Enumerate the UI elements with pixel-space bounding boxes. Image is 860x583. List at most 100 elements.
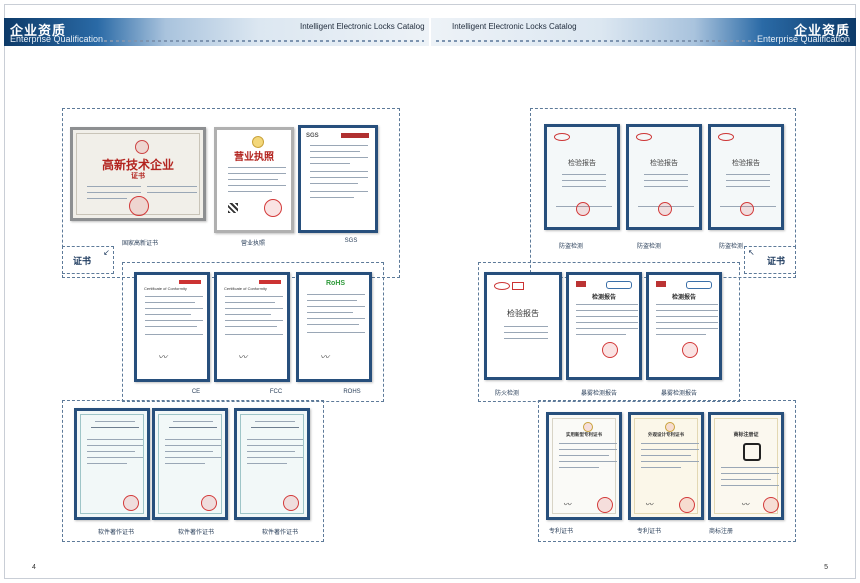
seal-icon <box>597 497 613 513</box>
logo-icon <box>686 281 712 289</box>
cert-patent-2: 外观设计专利证书 〰 <box>628 412 704 520</box>
seal-icon <box>602 342 618 358</box>
signature-icon: 〰 <box>158 352 168 362</box>
caption-software-2: 软件著作证书 <box>177 530 214 536</box>
caption-high-tech: 国家高新证书 <box>121 241 158 247</box>
seal-icon <box>201 495 217 511</box>
seal-icon <box>283 495 299 511</box>
cert-trademark: 商标注册证 〰 <box>708 412 784 520</box>
signature-icon: 〰 <box>320 352 330 362</box>
dotted-rule-right <box>436 40 756 42</box>
cert-anti-theft-1-title: 检验报告 <box>568 160 596 167</box>
caption-ce: CE <box>191 389 201 395</box>
caption-software-3: 软件著作证书 <box>261 530 298 536</box>
signature-icon: 〰 <box>238 352 248 362</box>
cert-salt-spray-2-title: 检测报告 <box>671 295 696 301</box>
caption-software-1: 软件著作证书 <box>97 530 134 536</box>
logo-icon <box>341 133 369 138</box>
emblem-icon <box>135 140 149 154</box>
left-cert-label: 证书 <box>73 256 92 266</box>
caption-rohs: ROHS <box>343 389 361 395</box>
page-number-left: 4 <box>32 564 36 571</box>
cert-anti-theft-3-title: 检验报告 <box>732 160 760 167</box>
logo-icon <box>259 280 281 284</box>
caption-patent-1: 专利证书 <box>548 529 573 535</box>
cert-patent-2-title: 外观设计专利证书 <box>648 432 684 437</box>
seal-icon <box>763 497 779 513</box>
logo-icon <box>512 282 524 290</box>
emblem-icon <box>252 136 264 148</box>
signature-icon: 〰 <box>645 500 653 509</box>
seal-icon <box>658 202 672 216</box>
seal-icon <box>123 495 139 511</box>
page-number-right: 5 <box>824 564 828 571</box>
caption-anti-theft-2: 防盗检测 <box>636 244 661 250</box>
cert-anti-theft-2-title: 检验报告 <box>650 160 678 167</box>
caption-fire-test: 防火检测 <box>494 391 519 397</box>
signature-icon: 〰 <box>741 500 749 509</box>
cert-business-license-title: 营业执照 <box>234 152 274 163</box>
right-cert-label-box: ↖ 证书 <box>744 246 796 274</box>
caption-fcc: FCC <box>269 389 283 395</box>
header-title-en-left: Enterprise Qualification <box>10 34 104 44</box>
logo-icon <box>636 133 652 141</box>
cert-salt-spray-1: 检测报告 <box>566 272 642 380</box>
cert-salt-spray-1-title: 检测报告 <box>591 295 616 301</box>
cert-rohs: RoHS 〰 <box>296 272 372 382</box>
cert-patent-1: 实用新型专利证书 〰 <box>546 412 622 520</box>
catalog-title-right: Intelligent Electronic Locks Catalog <box>452 22 577 31</box>
dotted-rule-left <box>104 40 424 42</box>
cert-fcc-title: Certificate of Conformity <box>224 286 267 291</box>
caption-patent-2: 专利证书 <box>636 529 661 535</box>
cert-trademark-title: 商标注册证 <box>733 432 759 438</box>
cert-rohs-title: RoHS <box>326 280 346 287</box>
logo-icon <box>554 133 570 141</box>
cert-high-tech: 高新技术企业 证书 <box>70 127 206 221</box>
emblem-icon <box>583 422 593 432</box>
arrow-icon: ↙ <box>103 248 110 257</box>
logo-icon <box>606 281 632 289</box>
caption-anti-theft-1: 防盗检测 <box>558 244 583 250</box>
caption-salt-spray-2: 暴雾检测报告 <box>660 391 697 397</box>
seal-icon <box>576 202 590 216</box>
cert-ce-title: Certificate of Conformity <box>144 286 187 291</box>
seal-icon <box>679 497 695 513</box>
logo-icon <box>656 281 666 287</box>
signature-icon: 〰 <box>563 500 571 509</box>
right-cert-label: 证书 <box>767 256 786 266</box>
logo-icon <box>494 282 510 290</box>
cert-sgs: SGS <box>298 125 378 233</box>
trademark-logo-icon <box>743 443 761 461</box>
cert-salt-spray-2: 检测报告 <box>646 272 722 380</box>
cert-anti-theft-3: 检验报告 <box>708 124 784 230</box>
caption-anti-theft-3: 防盗检测 <box>718 244 743 250</box>
cert-patent-1-title: 实用新型专利证书 <box>566 432 602 437</box>
catalog-title-left: Intelligent Electronic Locks Catalog <box>300 22 425 31</box>
cert-sgs-title: SGS <box>306 133 319 139</box>
arrow-icon: ↖ <box>748 248 755 257</box>
qr-code-icon <box>228 203 238 213</box>
seal-icon <box>682 342 698 358</box>
caption-business-license: 营业执照 <box>240 241 265 247</box>
cert-ce: Certificate of Conformity 〰 <box>134 272 210 382</box>
cert-high-tech-subtitle: 证书 <box>131 173 145 180</box>
header-title-en-right: Enterprise Qualification <box>756 34 850 44</box>
caption-trademark: 商标注册 <box>708 529 733 535</box>
cert-business-license: 营业执照 <box>214 127 294 233</box>
cert-anti-theft-1: 检验报告 <box>544 124 620 230</box>
cert-fire-test: 检验报告 <box>484 272 562 380</box>
emblem-icon <box>665 422 675 432</box>
seal-icon <box>264 199 282 217</box>
caption-sgs: SGS <box>344 238 358 244</box>
seal-icon <box>740 202 754 216</box>
left-cert-label-box: 证书 ↙ <box>62 246 114 274</box>
cert-software-2 <box>152 408 228 520</box>
cert-anti-theft-2: 检验报告 <box>626 124 702 230</box>
cert-software-3 <box>234 408 310 520</box>
cert-software-1 <box>74 408 150 520</box>
cert-fcc: Certificate of Conformity 〰 <box>214 272 290 382</box>
logo-icon <box>576 281 586 287</box>
caption-salt-spray-1: 暴雾检测报告 <box>580 391 617 397</box>
cert-fire-test-title: 检验报告 <box>507 309 539 318</box>
seal-icon <box>129 196 149 216</box>
